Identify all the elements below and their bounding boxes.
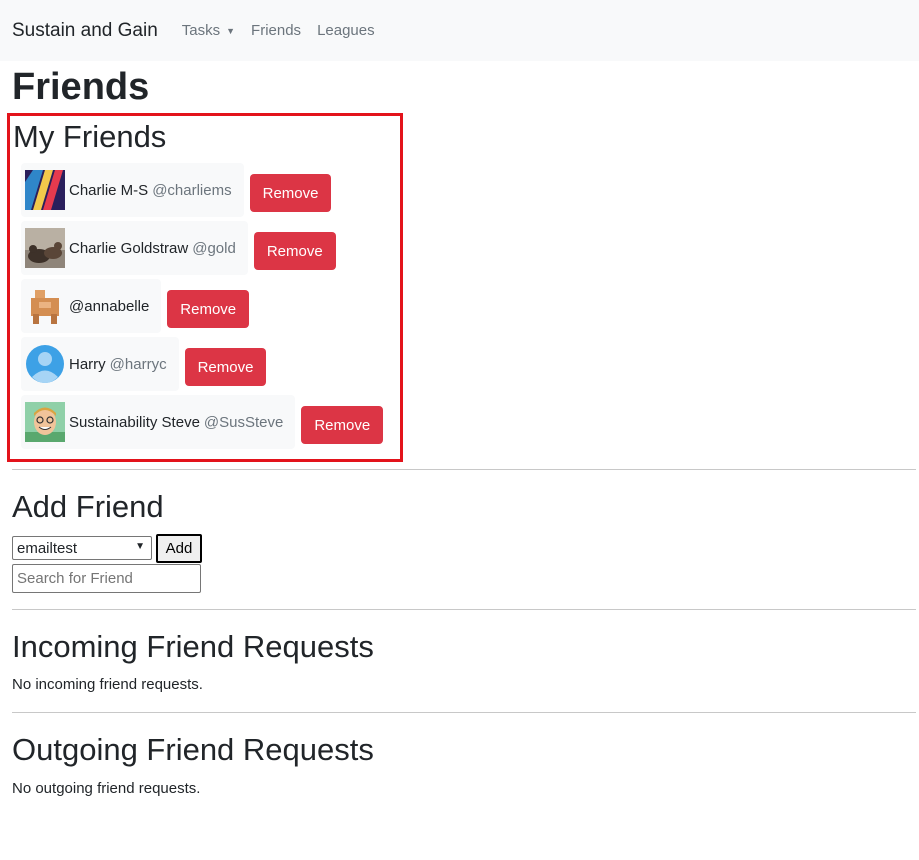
friend-select[interactable]: emailtest ▼ bbox=[12, 536, 152, 560]
friend-select-value: emailtest bbox=[17, 539, 78, 557]
friend-row: Charlie Goldstraw @gold Remove bbox=[21, 221, 336, 275]
outgoing-requests-title: Outgoing Friend Requests bbox=[12, 732, 374, 767]
friend-handle: @harryc bbox=[109, 355, 167, 373]
friend-card: Harry @harryc bbox=[21, 337, 179, 391]
friend-name: Harry bbox=[69, 355, 106, 373]
friend-card: @annabelle bbox=[21, 279, 162, 333]
caret-down-icon: ▼ bbox=[226, 25, 236, 36]
friend-name: Charlie M-S bbox=[69, 181, 149, 199]
friend-card: Charlie Goldstraw @gold bbox=[21, 221, 248, 275]
nav-item-tasks[interactable]: Tasks ▼ bbox=[182, 22, 235, 39]
add-friend-title: Add Friend bbox=[12, 489, 164, 524]
nav-item-leagues[interactable]: Leagues bbox=[317, 22, 375, 39]
navbar-brand[interactable]: Sustain and Gain bbox=[12, 20, 158, 42]
navbar: Sustain and Gain Tasks ▼ Friends Leagues bbox=[0, 0, 919, 61]
friend-name: Sustainability Steve bbox=[69, 413, 200, 431]
friend-card: Charlie M-S @charliems bbox=[21, 163, 244, 217]
stripes-icon bbox=[25, 170, 65, 210]
divider bbox=[12, 609, 916, 610]
remove-friend-button[interactable]: Remove bbox=[184, 348, 267, 386]
divider bbox=[12, 712, 916, 713]
remove-friend-button[interactable]: Remove bbox=[167, 290, 250, 328]
friend-row: @annabelle Remove bbox=[21, 279, 250, 333]
friend-handle: @annabelle bbox=[69, 297, 150, 315]
incoming-empty-text: No incoming friend requests. bbox=[12, 676, 203, 693]
chevron-down-icon: ▼ bbox=[135, 541, 145, 552]
my-friends-title: My Friends bbox=[13, 119, 167, 154]
remove-friend-button[interactable]: Remove bbox=[253, 232, 336, 270]
friend-row: Charlie M-S @charliems Remove bbox=[21, 163, 332, 217]
nav-item-friends[interactable]: Friends bbox=[251, 22, 301, 39]
remove-friend-button[interactable]: Remove bbox=[249, 174, 332, 212]
friend-name: Charlie Goldstraw bbox=[69, 239, 189, 257]
page-title: Friends bbox=[12, 66, 150, 108]
blocky-animal-icon bbox=[25, 286, 65, 326]
friend-row: Harry @harryc Remove bbox=[21, 337, 267, 391]
friend-card: Sustainability Steve @SusSteve bbox=[21, 395, 296, 449]
outgoing-empty-text: No outgoing friend requests. bbox=[12, 780, 201, 797]
friend-handle: @charliems bbox=[152, 181, 232, 199]
nav-item-tasks-label: Tasks bbox=[181, 22, 221, 39]
seals-photo bbox=[25, 228, 65, 268]
cartoon-face-icon bbox=[25, 402, 65, 442]
remove-friend-button[interactable]: Remove bbox=[301, 406, 384, 444]
friend-row: Sustainability Steve @SusSteve Remove bbox=[21, 395, 384, 449]
search-friend-input[interactable] bbox=[12, 564, 201, 593]
friend-handle: @SusSteve bbox=[203, 413, 284, 431]
friend-handle: @gold bbox=[192, 239, 236, 257]
divider bbox=[12, 469, 916, 470]
default-user-icon bbox=[26, 345, 64, 383]
add-friend-button[interactable]: Add bbox=[156, 534, 202, 563]
incoming-requests-title: Incoming Friend Requests bbox=[12, 629, 374, 664]
